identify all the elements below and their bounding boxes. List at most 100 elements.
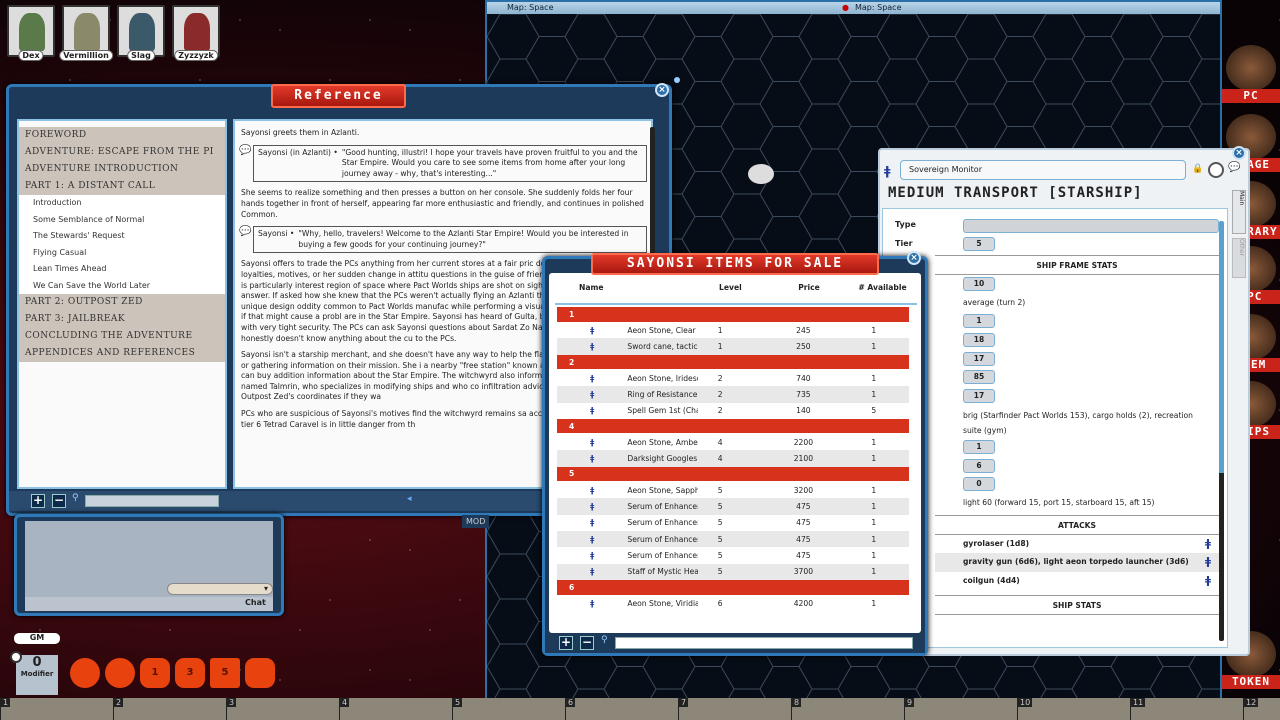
collapse-all-button[interactable]: − — [52, 494, 66, 508]
item-icon[interactable]: ǂ — [557, 498, 627, 514]
chat-input[interactable] — [25, 597, 273, 611]
item-row[interactable]: ǂAeon Stone, Sapphire Cone532001 — [557, 482, 909, 498]
sidebar-button-token[interactable]: TOKEN — [1222, 675, 1280, 689]
d8-die[interactable]: 3 — [175, 658, 205, 688]
hotkey-slot[interactable]: 4 — [339, 698, 452, 720]
stat-value-field[interactable]: 17 — [963, 352, 995, 366]
reset-modifier-icon[interactable] — [10, 651, 22, 663]
item-row[interactable]: ǂRing of Resistance Mk 127351 — [557, 386, 909, 402]
toc-item[interactable]: Part 1: A Distant Call — [19, 178, 225, 195]
toc-item[interactable]: The Stewards' Request — [19, 228, 225, 245]
hotkey-slot[interactable]: 1 — [0, 698, 113, 720]
hotkey-slot[interactable]: 6 — [565, 698, 678, 720]
item-row[interactable]: ǂSerum of Enhancement, Diplomat54751 — [557, 515, 909, 531]
search-input[interactable] — [85, 495, 219, 507]
items-window[interactable]: Name Level Price # Available 1ǂAeon Ston… — [542, 256, 928, 656]
toc-item[interactable]: Part 2: Outpost Zed — [19, 294, 225, 311]
chat-window[interactable]: ▾ Chat — [14, 514, 284, 616]
lock-icon[interactable]: 🔒 — [1192, 164, 1203, 174]
starship-window[interactable]: ǂ Sovereign Monitor 🔒 💬 Medium Transport… — [878, 148, 1250, 656]
speech-bubble-icon[interactable]: 💬 — [239, 145, 253, 183]
search-input[interactable] — [615, 637, 913, 649]
item-row[interactable]: ǂAeon Stone, Viridian Balbis642001 — [557, 595, 909, 611]
item-icon[interactable]: ǂ — [557, 403, 627, 419]
item-icon[interactable]: ǂ — [557, 450, 627, 466]
toc-item[interactable]: Flying Casual — [19, 245, 225, 262]
stat-value-field[interactable]: 85 — [963, 370, 995, 384]
attack-row[interactable]: coilgun (4d4)ǂ — [935, 572, 1219, 591]
item-icon[interactable]: ǂ — [557, 482, 627, 498]
tab-other[interactable]: Other — [1232, 238, 1246, 278]
tab-main[interactable]: Main — [1232, 190, 1246, 234]
item-icon[interactable]: ǂ — [557, 338, 627, 354]
item-row[interactable]: ǂSerum of Enhancement, Combat54751 — [557, 498, 909, 514]
attack-icon[interactable]: ǂ — [1205, 572, 1211, 591]
column-header-level[interactable]: Level — [719, 283, 774, 292]
attack-icon[interactable]: ǂ — [1205, 553, 1211, 572]
close-icon[interactable]: × — [907, 251, 921, 265]
speech-bubble-icon[interactable]: 💬 — [239, 226, 253, 253]
column-header-price[interactable]: Price — [774, 283, 844, 292]
hotkey-slot[interactable]: 5 — [452, 698, 565, 720]
item-icon[interactable]: ǂ — [557, 322, 627, 338]
tier-field[interactable]: 5 — [963, 237, 995, 251]
party-portrait-dex[interactable]: Dex — [7, 5, 55, 57]
type-field[interactable] — [963, 219, 1219, 233]
item-row[interactable]: ǂSerum of Enhancement, Warrior54751 — [557, 547, 909, 563]
item-icon[interactable]: ǂ — [557, 564, 627, 580]
item-row[interactable]: ǂAeon Stone, Clear Spindle12451 — [557, 322, 909, 338]
stat-value-field[interactable]: 17 — [963, 389, 995, 403]
scrollbar[interactable] — [1219, 221, 1224, 641]
hotkey-slot[interactable]: 11 — [1130, 698, 1243, 720]
item-row[interactable]: ǂSerum of Enhancement, Sneak54751 — [557, 531, 909, 547]
item-row[interactable]: ǂStaff of Mystic Healing537001 — [557, 564, 909, 580]
item-row[interactable]: ǂAeon Stone, Amber Hyperboloid422001 — [557, 434, 909, 450]
item-icon[interactable]: ǂ — [557, 547, 627, 563]
item-icon[interactable]: ǂ — [557, 515, 627, 531]
toc-item[interactable]: Some Semblance of Normal — [19, 212, 225, 229]
hotkey-slot[interactable]: 10 — [1017, 698, 1130, 720]
stat-value-field[interactable]: 6 — [963, 459, 995, 473]
party-portrait-zyzzyzk[interactable]: Zyzzyzk — [172, 5, 220, 57]
stat-value-field[interactable]: 0 — [963, 477, 995, 491]
item-icon[interactable]: ǂ — [557, 595, 627, 611]
attack-row[interactable]: gyrolaser (1d8)ǂ — [935, 535, 1219, 554]
item-icon[interactable]: ǂ — [557, 386, 627, 402]
item-row[interactable]: ǂSpell Gem 1st (Charm Person)21405 — [557, 403, 909, 419]
hotkey-slot[interactable]: 2 — [113, 698, 226, 720]
item-row[interactable]: ǂDarksight Googles421001 — [557, 450, 909, 466]
toc-item[interactable]: Adventure: Escape from the Pi — [19, 144, 225, 161]
ship-token[interactable] — [748, 164, 774, 184]
toc-item[interactable]: Adventure Introduction — [19, 161, 225, 178]
toc-item[interactable]: Foreword — [19, 127, 225, 144]
d6-die[interactable]: 5 — [210, 658, 240, 688]
d4-die[interactable] — [245, 658, 275, 688]
item-icon[interactable]: ǂ — [557, 434, 627, 450]
stat-value-field[interactable]: 18 — [963, 333, 995, 347]
toc-item[interactable]: Lean Times Ahead — [19, 261, 225, 278]
hotkey-slot[interactable]: 9 — [904, 698, 1017, 720]
sidebar-button-pc[interactable]: PC — [1222, 89, 1280, 103]
item-row[interactable]: ǂAeon Stone, Iridescent Spindle27401 — [557, 370, 909, 386]
attack-icon[interactable]: ǂ — [1205, 535, 1211, 554]
item-icon[interactable]: ǂ — [557, 531, 627, 547]
party-portrait-vermillion[interactable]: Vermillion — [62, 5, 110, 57]
column-header-available[interactable]: # Available — [844, 283, 921, 292]
sidebar-art[interactable] — [1226, 45, 1276, 91]
attack-row[interactable]: gravity gun (6d6), light aeon torpedo la… — [935, 553, 1219, 572]
speech-bubble-icon[interactable]: 💬 — [1228, 162, 1240, 173]
party-portrait-slag[interactable]: Slag — [117, 5, 165, 57]
table-of-contents[interactable]: ForewordAdventure: Escape from the PiAdv… — [17, 119, 227, 489]
hotkey-slot[interactable]: 7 — [678, 698, 791, 720]
toc-item[interactable]: Part 3: Jailbreak — [19, 311, 225, 328]
collapse-all-button[interactable]: − — [580, 636, 594, 650]
stat-value-field[interactable]: 1 — [963, 314, 995, 328]
hotkey-slot[interactable]: 12 — [1243, 698, 1280, 720]
toc-item[interactable]: Concluding the Adventure — [19, 328, 225, 345]
toc-item[interactable]: We Can Save the World Later — [19, 278, 225, 295]
hotkey-slot[interactable]: 3 — [226, 698, 339, 720]
toc-item[interactable]: Introduction — [19, 195, 225, 212]
item-icon[interactable]: ǂ — [557, 370, 627, 386]
item-row[interactable]: ǂSword cane, tactical12501 — [557, 338, 909, 354]
token-icon[interactable] — [1208, 162, 1224, 178]
